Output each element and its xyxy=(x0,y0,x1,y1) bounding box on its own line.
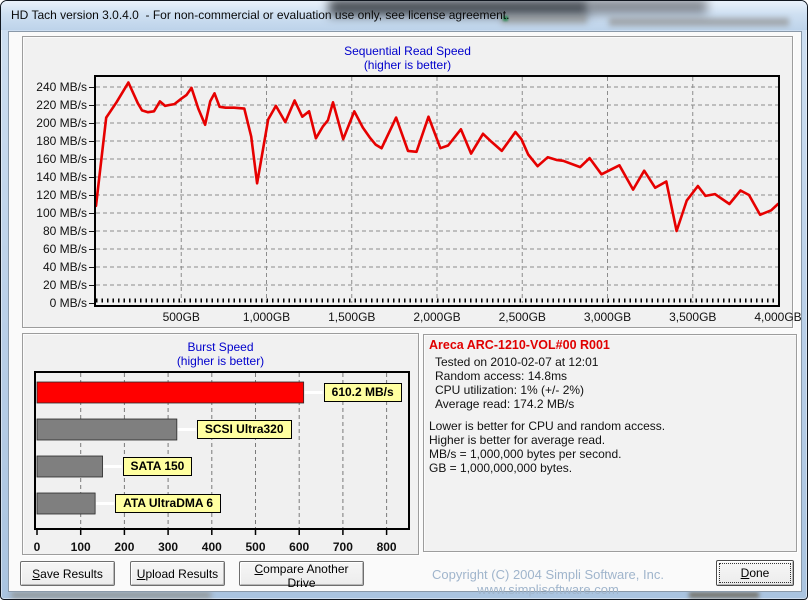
burst-bar-label: 610.2 MB/s xyxy=(323,383,402,402)
compare-another-drive-button[interactable]: Compare Another Drive xyxy=(239,561,364,590)
y-tick-label: 140 MB/s xyxy=(36,170,87,184)
sequential-read-plot xyxy=(94,75,780,307)
client-area: Sequential Read Speed (higher is better)… xyxy=(8,31,802,597)
note-mbs-definition: MB/s = 1,000,000 bytes per second. xyxy=(429,447,622,461)
cpu-utilization-line: CPU utilization: 1% (+/- 2%) xyxy=(435,383,585,397)
y-tick-label: 20 MB/s xyxy=(42,278,87,292)
y-tick-label: 100 MB/s xyxy=(36,206,87,220)
y-tick-mark xyxy=(89,303,94,304)
glass-reflection xyxy=(11,592,211,598)
average-read-line: Average read: 174.2 MB/s xyxy=(435,397,575,411)
y-tick-label: 200 MB/s xyxy=(36,116,87,130)
x-tick-label: 1,500GB xyxy=(328,310,376,324)
y-tick-label: 120 MB/s xyxy=(36,188,87,202)
compare-label: ompare Another Drive xyxy=(263,562,349,590)
drive-name: Areca ARC-1210-VOL#00 R001 xyxy=(429,338,610,352)
save-label: ave Results xyxy=(40,566,103,581)
sequential-chart-title: Sequential Read Speed xyxy=(344,44,471,58)
sequential-read-panel: Sequential Read Speed (higher is better)… xyxy=(22,36,802,328)
y-tick-mark xyxy=(89,195,94,196)
y-tick-mark xyxy=(89,159,94,160)
y-tick-label: 220 MB/s xyxy=(36,98,87,112)
burst-speed-panel: Burst Speed (higher is better) 0 100 200 30… xyxy=(22,333,419,555)
y-tick-label: 0 MB/s xyxy=(49,296,87,310)
burst-x-tick-label: 800 xyxy=(376,540,397,554)
burst-x-tick-label: 200 xyxy=(114,540,135,554)
note-higher-better: Higher is better for average read. xyxy=(429,433,606,447)
burst-bar-label: SCSI Ultra320 xyxy=(196,420,292,439)
burst-x-tick-label: 400 xyxy=(201,540,222,554)
upload-results-button[interactable]: Upload Results xyxy=(130,561,225,586)
note-lower-better: Lower is better for CPU and random acces… xyxy=(429,419,666,433)
y-tick-mark xyxy=(89,285,94,286)
compare-mnemonic: C xyxy=(254,562,264,576)
y-tick-label: 180 MB/s xyxy=(36,134,87,148)
tested-on-line: Tested on 2010-02-07 at 12:01 xyxy=(435,355,599,369)
done-mnemonic: D xyxy=(740,566,750,580)
glass-reflection xyxy=(589,1,707,14)
drive-info-panel: Areca ARC-1210-VOL#00 R001 Tested on 201… xyxy=(423,334,797,552)
y-tick-mark xyxy=(89,231,94,232)
burst-chart-subtitle: (higher is better) xyxy=(176,354,265,368)
title-bar[interactable]: HD Tach version 3.0.4.0 - For non-commer… xyxy=(1,1,807,30)
burst-bar-label: ATA UltraDMA 6 xyxy=(115,494,222,513)
burst-bar-label: SATA 150 xyxy=(122,457,193,476)
upload-label: pload Results xyxy=(145,566,219,581)
burst-bar-1 xyxy=(36,418,178,441)
y-tick-label: 160 MB/s xyxy=(36,152,87,166)
save-mnemonic: S xyxy=(32,566,41,581)
burst-x-tick-label: 0 xyxy=(33,540,41,554)
x-tick-label: 4,000GB xyxy=(754,310,802,324)
random-access-line: Random access: 14.8ms xyxy=(435,369,568,383)
burst-chart-title: Burst Speed xyxy=(187,340,254,354)
x-tick-label: 1,000GB xyxy=(242,310,291,324)
y-tick-mark xyxy=(89,141,94,142)
y-tick-label: 40 MB/s xyxy=(42,260,87,274)
y-tick-label: 240 MB/s xyxy=(36,80,87,94)
x-tick-label: 3,500GB xyxy=(669,310,717,324)
x-tick-label: 500GB xyxy=(162,310,200,324)
x-tick-label: 2,000GB xyxy=(413,310,461,324)
done-label: one xyxy=(749,566,770,580)
sequential-chart-subtitle: (higher is better) xyxy=(363,58,452,72)
burst-bar-3 xyxy=(36,492,96,515)
burst-x-tick-label: 700 xyxy=(332,540,353,554)
burst-x-tick-label: 300 xyxy=(158,540,179,554)
glass-reflection xyxy=(609,18,789,26)
y-tick-mark xyxy=(89,213,94,214)
sequential-read-plot-svg xyxy=(94,75,780,307)
y-tick-mark xyxy=(89,105,94,106)
burst-x-tick-label: 100 xyxy=(70,540,91,554)
burst-bar-2 xyxy=(36,455,103,478)
y-tick-mark xyxy=(89,249,94,250)
y-tick-mark xyxy=(89,177,94,178)
done-button[interactable]: Done xyxy=(716,560,794,586)
window-title: HD Tach version 3.0.4.0 - For non-commer… xyxy=(11,8,510,22)
burst-x-tick-label: 600 xyxy=(289,540,310,554)
burst-x-tick-label: 500 xyxy=(245,540,266,554)
hd-tach-window: HD Tach version 3.0.4.0 - For non-commer… xyxy=(0,0,808,600)
y-tick-mark xyxy=(89,87,94,88)
save-results-button[interactable]: Save Results xyxy=(20,561,115,586)
y-tick-label: 60 MB/s xyxy=(42,242,87,256)
copyright-text: Copyright (C) 2004 Simpli Software, Inc.… xyxy=(432,567,664,597)
x-tick-label: 2,500GB xyxy=(498,310,546,324)
x-tick-label: 3,000GB xyxy=(583,310,632,324)
y-tick-mark xyxy=(89,123,94,124)
y-tick-mark xyxy=(89,267,94,268)
burst-bar-0 xyxy=(36,381,305,404)
glass-reflection xyxy=(501,15,587,24)
y-tick-label: 80 MB/s xyxy=(42,224,87,238)
note-gb-definition: GB = 1,000,000,000 bytes. xyxy=(429,461,573,475)
